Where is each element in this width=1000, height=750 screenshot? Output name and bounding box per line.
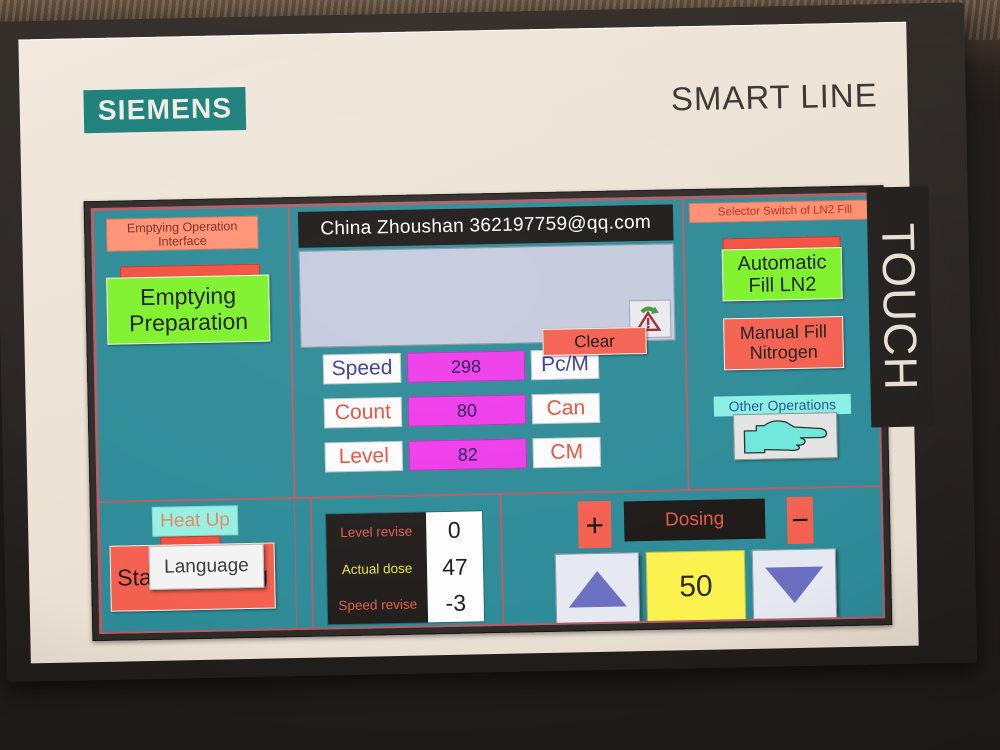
readout-value[interactable]: 298 xyxy=(406,350,526,383)
dosing-plus-marker: + xyxy=(577,500,612,549)
readout-key: Count xyxy=(323,396,403,429)
automatic-fill-ln2-button[interactable]: Automatic Fill LN2 xyxy=(721,247,843,302)
touch-label-text: TOUCH xyxy=(872,222,928,392)
clear-count-button[interactable]: Clear xyxy=(542,326,647,357)
photo-scene: SIEMENS SMART LINE Emptying Operation In… xyxy=(0,0,1000,750)
readout-row: Level 82 CM xyxy=(324,436,602,473)
readout-value[interactable]: 80 xyxy=(407,394,527,427)
dosing-panel: + Dosing − 50 xyxy=(500,486,886,635)
readout-row: Count 80 Can xyxy=(323,392,601,429)
ln2-section-title: Selector Switch of LN2 Fill xyxy=(688,199,882,224)
revise-label: Actual dose xyxy=(341,560,413,577)
device-faceplate: SIEMENS SMART LINE Emptying Operation In… xyxy=(18,21,934,664)
screen-title-bar: China Zhoushan 362197759@qq.com xyxy=(297,204,674,248)
dosing-value-field[interactable]: 50 xyxy=(645,550,747,625)
dosing-decrease-button[interactable] xyxy=(751,548,838,622)
revise-value[interactable]: -3 xyxy=(427,585,484,623)
revise-values-column: 0 47 -3 xyxy=(425,511,485,623)
triangle-down-icon xyxy=(765,566,824,604)
pointing-hand-icon[interactable] xyxy=(733,412,838,461)
siemens-logo: SIEMENS xyxy=(83,86,247,134)
revise-label: Speed revise xyxy=(338,596,418,614)
readout-unit: Can xyxy=(531,392,601,425)
hmi-screen: Emptying Operation Interface Emptying Pr… xyxy=(90,192,886,635)
revise-value[interactable]: 47 xyxy=(427,548,484,586)
readout-key: Speed xyxy=(322,352,402,385)
revise-panel: Level revise Actual dose Speed revise 0 … xyxy=(310,493,504,635)
language-button[interactable]: Language xyxy=(148,543,265,590)
branding-row: SIEMENS SMART LINE xyxy=(19,74,908,138)
dosing-title: Dosing xyxy=(623,498,766,542)
emptying-operation-panel: Emptying Operation Interface Emptying Pr… xyxy=(92,206,295,502)
dosing-increase-button[interactable] xyxy=(554,552,641,626)
readout-key: Level xyxy=(324,440,404,473)
product-line-label: SMART LINE xyxy=(670,76,879,118)
triangle-up-icon xyxy=(568,570,627,608)
center-panel: China Zhoushan 362197759@qq.com Speed 29… xyxy=(288,198,689,499)
manual-fill-nitrogen-button[interactable]: Manual Fill Nitrogen xyxy=(723,316,845,371)
ln2-section-title-wrap: Selector Switch of LN2 Fill xyxy=(688,199,882,224)
language-panel: Language xyxy=(98,497,314,635)
revise-table: Level revise Actual dose Speed revise 0 … xyxy=(325,511,485,625)
ln2-fill-panel: Selector Switch of LN2 Fill Automatic Fi… xyxy=(682,194,886,491)
readout-unit: CM xyxy=(532,436,602,469)
touch-side-label: TOUCH xyxy=(866,186,934,428)
revise-labels-column: Level revise Actual dose Speed revise xyxy=(325,512,429,625)
revise-value[interactable]: 0 xyxy=(426,511,483,549)
emptying-section-title: Emptying Operation Interface xyxy=(105,215,259,252)
revise-label: Level revise xyxy=(340,523,413,540)
hmi-device: SIEMENS SMART LINE Emptying Operation In… xyxy=(0,2,978,682)
dosing-minus-marker: − xyxy=(786,496,814,545)
readout-value[interactable]: 82 xyxy=(408,438,528,471)
screen-bezel: Emptying Operation Interface Emptying Pr… xyxy=(83,185,893,642)
emptying-preparation-button[interactable]: Emptying Preparation xyxy=(106,274,271,345)
